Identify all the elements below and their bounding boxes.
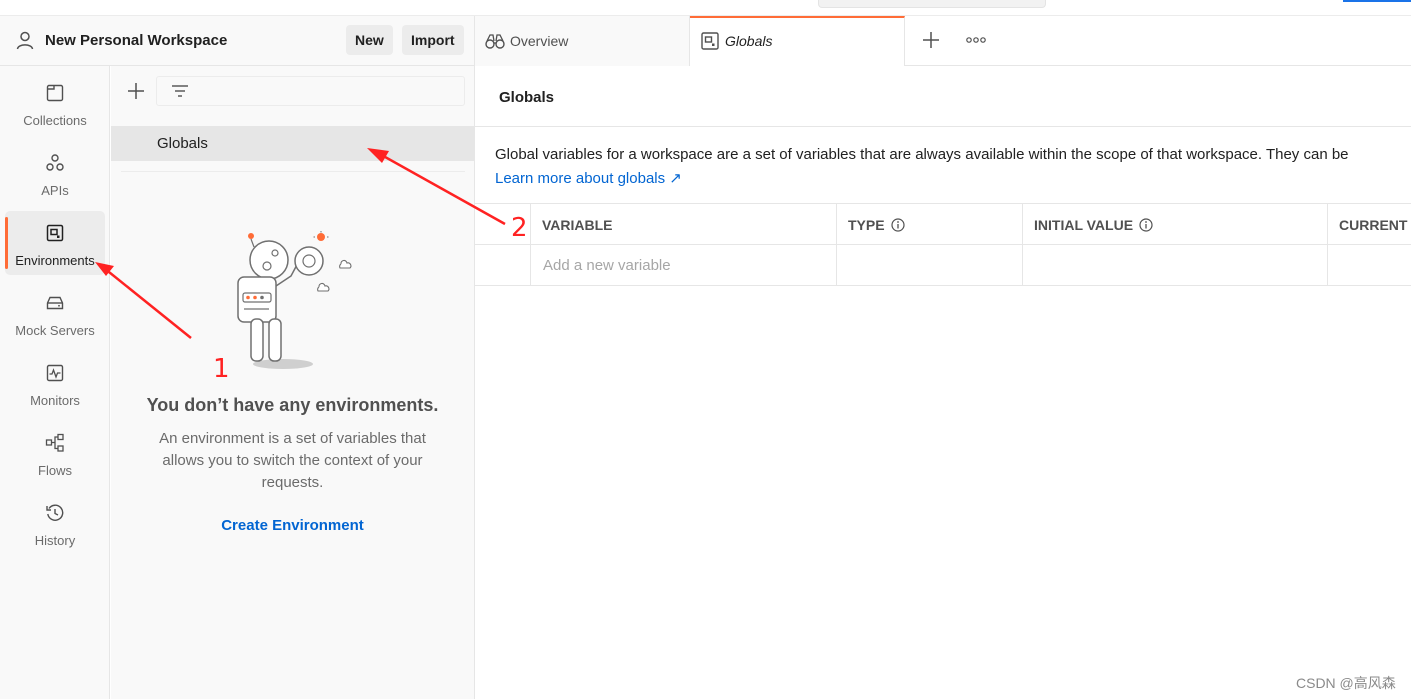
- variables-table: VARIABLE TYPE INITIAL VALUE CURRENT Add …: [475, 203, 1411, 286]
- row-checkbox-cell: [475, 245, 531, 286]
- initial-value-column-header: INITIAL VALUE: [1022, 204, 1328, 245]
- new-tab-icon[interactable]: [920, 29, 942, 51]
- type-cell[interactable]: [836, 245, 1022, 286]
- empty-state-description: An environment is a set of variables tha…: [159, 430, 426, 491]
- column-label: TYPE: [848, 217, 885, 233]
- annotation-number-1: 1: [213, 354, 230, 384]
- divider: [121, 171, 465, 172]
- rail-label: History: [34, 533, 76, 548]
- more-options-icon[interactable]: [965, 34, 987, 46]
- info-icon[interactable]: [1139, 218, 1153, 232]
- environments-panel: Globals You don’t have any environments.…: [111, 66, 475, 699]
- tab-overview[interactable]: Overview: [475, 16, 690, 66]
- current-value-column-header: CURRENT: [1327, 204, 1411, 245]
- rail-item-collections[interactable]: Collections: [5, 71, 105, 135]
- user-icon: [16, 31, 34, 50]
- learn-more-link[interactable]: Learn more about globals ↗: [495, 169, 682, 187]
- collections-icon: [46, 84, 64, 102]
- workspace-title[interactable]: New Personal Workspace: [45, 32, 227, 49]
- rail-label: Collections: [23, 113, 87, 128]
- rail-item-flows[interactable]: Flows: [5, 421, 105, 485]
- top-search-bar[interactable]: [818, 0, 1046, 8]
- apis-icon: [46, 154, 64, 171]
- rail-label: Flows: [38, 463, 72, 478]
- history-icon: [46, 504, 64, 521]
- filter-icon[interactable]: [169, 80, 191, 102]
- column-label: VARIABLE: [542, 217, 613, 233]
- monitors-icon: [46, 364, 64, 382]
- rail-item-environments[interactable]: Environments: [5, 211, 105, 275]
- new-button[interactable]: New: [346, 25, 393, 55]
- rail-label: APIs: [41, 183, 69, 198]
- workspace-header: New Personal Workspace New Import: [0, 16, 475, 66]
- empty-state-title: You don’t have any environments.: [146, 395, 439, 415]
- nav-rail: Collections APIs Environments Mock Serve…: [0, 66, 110, 699]
- new-variable-placeholder: Add a new variable: [543, 257, 671, 274]
- new-variable-input[interactable]: Add a new variable: [530, 245, 836, 286]
- page-title: Globals: [499, 89, 555, 106]
- globals-editor: Globals Global variables for a workspace…: [475, 66, 1411, 699]
- divider: [475, 126, 1411, 127]
- type-column-header: TYPE: [836, 204, 1022, 245]
- import-button[interactable]: Import: [402, 25, 464, 55]
- globals-icon: [701, 32, 719, 50]
- info-icon[interactable]: [890, 218, 905, 232]
- astronaut-illustration: [237, 231, 352, 369]
- rail-item-monitors[interactable]: Monitors: [5, 351, 105, 415]
- column-label: CURRENT: [1339, 217, 1408, 233]
- globals-item[interactable]: Globals: [111, 126, 474, 161]
- watermark: CSDN @高风森: [1296, 675, 1396, 691]
- top-blue-button[interactable]: [1343, 0, 1411, 2]
- table-header-row: VARIABLE TYPE INITIAL VALUE CURRENT: [475, 204, 1411, 245]
- annotation-number-2: 2: [511, 213, 528, 243]
- globals-item-label: Globals: [157, 135, 208, 152]
- tab-globals[interactable]: Globals: [690, 16, 905, 66]
- environment-search-input[interactable]: [156, 76, 465, 106]
- overview-icon: [485, 34, 505, 49]
- tab-label: Overview: [510, 33, 569, 49]
- rail-item-apis[interactable]: APIs: [5, 141, 105, 205]
- rail-item-mock-servers[interactable]: Mock Servers: [5, 281, 105, 345]
- globals-description: Global variables for a workspace are a s…: [495, 146, 1349, 163]
- column-label-wrap: TYPE: [848, 217, 905, 233]
- rail-label: Monitors: [30, 393, 80, 408]
- initial-value-cell[interactable]: [1022, 245, 1328, 286]
- flows-icon: [45, 433, 64, 452]
- new-variable-row: Add a new variable: [475, 245, 1411, 286]
- column-label: INITIAL VALUE: [1034, 217, 1134, 233]
- current-value-cell[interactable]: [1327, 245, 1411, 286]
- rail-label: Environments: [15, 253, 95, 268]
- rail-label: Mock Servers: [15, 323, 95, 338]
- mock-servers-icon: [46, 296, 64, 310]
- column-label-wrap: INITIAL VALUE: [1034, 217, 1153, 233]
- top-strip: [0, 0, 1411, 16]
- add-environment-icon[interactable]: [125, 80, 147, 102]
- rail-item-history[interactable]: History: [5, 491, 105, 555]
- variable-column-header: VARIABLE: [530, 204, 836, 245]
- tab-bar: Overview Globals: [475, 16, 1411, 66]
- environments-icon: [46, 224, 64, 242]
- tab-label: Globals: [725, 33, 773, 49]
- create-environment-link[interactable]: Create Environment: [111, 517, 474, 534]
